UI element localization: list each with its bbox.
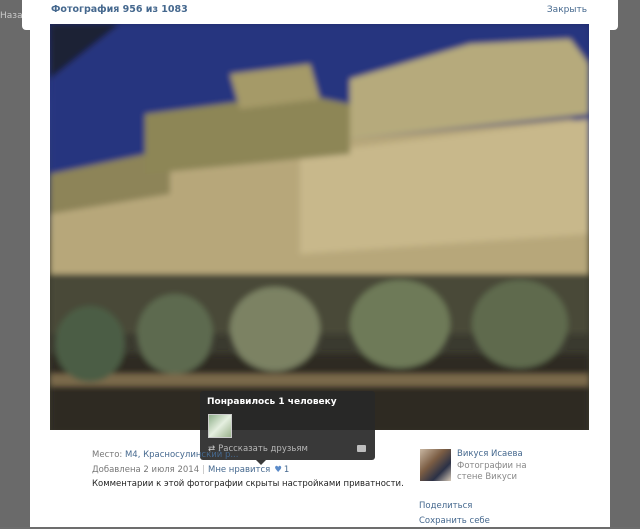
place-label: Место: <box>92 450 123 460</box>
photo-image[interactable] <box>50 24 589 430</box>
place-link[interactable]: М4, Красносулинский р... <box>125 450 239 460</box>
comment-icon[interactable] <box>357 445 366 452</box>
album-link[interactable]: Фотографии на стене Викуси <box>457 461 527 483</box>
share-button[interactable]: Поделиться <box>419 499 490 514</box>
close-button[interactable]: Закрыть <box>547 5 587 15</box>
added-date: Добавлена 2 июля 2014 <box>92 465 200 475</box>
likes-tooltip-title: Понравилось 1 человеку <box>207 397 337 407</box>
owner-name-link[interactable]: Викуся Исаева <box>457 449 523 459</box>
like-link[interactable]: Мне нравится <box>208 465 270 475</box>
separator: | <box>202 465 205 475</box>
tank-photo-drawing <box>50 24 589 430</box>
owner-avatar[interactable] <box>420 449 451 481</box>
side-actions: Поделиться Сохранить себе <box>419 499 490 529</box>
liker-avatar[interactable] <box>208 414 232 438</box>
place-row: Место: М4, Красносулинский р... <box>92 448 289 463</box>
like-count[interactable]: 1 <box>284 465 289 475</box>
date-like-row: Добавлена 2 июля 2014 | Мне нравится ♥ 1 <box>92 463 289 478</box>
photo-counter-title: Фотография 956 из 1083 <box>51 4 188 15</box>
photo-info: Место: М4, Красносулинский р... Добавлен… <box>92 448 289 478</box>
comments-privacy-notice: Комментарии к этой фотографии скрыты нас… <box>92 479 404 489</box>
heart-icon[interactable]: ♥ <box>274 465 282 475</box>
